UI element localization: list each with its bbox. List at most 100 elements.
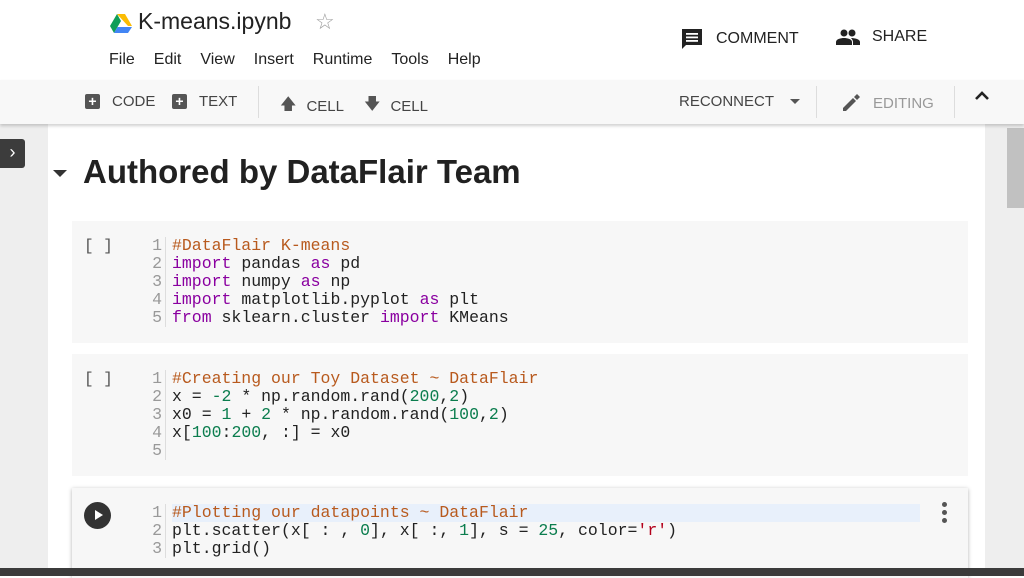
section-heading: Authored by DataFlair Team [83, 153, 521, 191]
code-token: * np.random.rand( [231, 387, 409, 406]
code-token: import [172, 290, 231, 309]
comment-icon [681, 28, 703, 50]
scrollbar-thumb[interactable] [1007, 128, 1024, 208]
code-token: 1 [222, 405, 232, 424]
menu-file[interactable]: File [109, 51, 135, 69]
code-token: plt.scatter(x[ : , [172, 521, 360, 540]
arrow-down-icon: 🡇 [364, 93, 380, 120]
move-cell-down-button[interactable]: 🡇 CELL [364, 93, 428, 120]
code-token: , color= [558, 521, 637, 540]
code-cell-selected[interactable]: 1#Plotting our datapoints ~ DataFlair2pl… [72, 488, 968, 578]
comment-label: COMMENT [716, 30, 799, 48]
add-text-button[interactable]: +TEXT [172, 93, 237, 110]
code-token: * np.random.rand( [271, 405, 449, 424]
left-gutter [0, 124, 48, 568]
code-cell[interactable]: [ ] 1#Creating our Toy Dataset ~ DataFla… [72, 354, 968, 476]
collapse-section-icon[interactable] [53, 170, 67, 177]
plus-icon: + [85, 94, 100, 109]
code-line[interactable]: 4 x[100:200, :] = x0 [148, 424, 538, 442]
add-text-label: TEXT [199, 93, 237, 110]
code-token: sklearn.cluster [212, 308, 380, 327]
comment-button[interactable]: COMMENT [681, 28, 799, 50]
code-text: x0 = 1 + 2 * np.random.rand(100,2) [172, 405, 509, 424]
code-token: from [172, 308, 212, 327]
code-token: 0 [360, 521, 370, 540]
menu-help[interactable]: Help [448, 51, 481, 69]
code-token: #DataFlair K-means [172, 236, 350, 255]
code-editor[interactable]: 1#Creating our Toy Dataset ~ DataFlair2x… [148, 370, 538, 460]
share-button[interactable]: SHARE [836, 28, 927, 46]
code-token: x0 = [172, 405, 222, 424]
toolbar: + CODE +TEXT 🡅CELL 🡇 CELL RECONNECT EDITIN… [0, 80, 1024, 124]
code-cell[interactable]: [ ] 1#DataFlair K-means2import pandas as… [72, 221, 968, 343]
code-line[interactable]: 3x0 = 1 + 2 * np.random.rand(100,2) [148, 406, 538, 424]
code-editor[interactable]: 1#Plotting our datapoints ~ DataFlair2pl… [148, 504, 920, 558]
code-token: matplotlib.pyplot [231, 290, 419, 309]
line-number: 1 [148, 237, 166, 255]
pencil-icon [841, 93, 861, 113]
code-token: pandas [231, 254, 310, 273]
code-token: as [420, 290, 440, 309]
divider [954, 86, 955, 118]
code-token: ) [499, 405, 509, 424]
notebook-title[interactable]: K-means.ipynb [138, 8, 291, 35]
code-token: , :] = x0 [261, 423, 350, 442]
code-token: plt [439, 290, 479, 309]
dropdown-caret-icon [790, 99, 800, 104]
cell-run-status[interactable]: [ ] [84, 370, 113, 388]
code-line[interactable]: 2x = -2 * np.random.rand(200,2) [148, 388, 538, 406]
line-number: 3 [148, 273, 166, 291]
code-text: import matplotlib.pyplot as plt [172, 290, 479, 309]
cell-down-label: CELL [390, 98, 428, 115]
code-text: x[100:200, :] = x0 [172, 423, 350, 442]
code-editor[interactable]: 1 #DataFlair K-means2import pandas as pd3… [148, 237, 509, 327]
code-line[interactable]: 1 #DataFlair K-means [148, 237, 509, 255]
code-text: import numpy as np [172, 272, 350, 291]
add-code-button[interactable]: + CODE [85, 93, 155, 110]
code-line[interactable]: 2import pandas as pd [148, 255, 509, 273]
reconnect-button[interactable]: RECONNECT [679, 93, 800, 110]
editing-mode-button[interactable]: EDITING [841, 93, 934, 113]
code-line[interactable]: 4 import matplotlib.pyplot as plt [148, 291, 509, 309]
editing-label: EDITING [873, 95, 934, 112]
sidebar-toggle-chevron-icon[interactable]: › [0, 139, 25, 168]
menu-runtime[interactable]: Runtime [313, 51, 373, 69]
menu-bar: File Edit View Insert Runtime Tools Help [109, 51, 500, 69]
add-code-label: CODE [112, 93, 155, 110]
line-number: 4 [148, 291, 166, 309]
menu-view[interactable]: View [200, 51, 234, 69]
collapse-header-button[interactable] [974, 89, 990, 101]
line-number: 4 [148, 424, 166, 442]
code-token: 200 [410, 387, 440, 406]
code-line[interactable]: 3plt.grid() [148, 540, 920, 558]
code-token: np [321, 272, 351, 291]
code-token: : [222, 423, 232, 442]
code-line[interactable]: 5 [148, 442, 538, 460]
code-line[interactable]: 1#Plotting our datapoints ~ DataFlair [148, 504, 920, 522]
code-text: #DataFlair K-means [172, 236, 350, 255]
code-text: from sklearn.cluster import KMeans [172, 308, 509, 327]
code-token: ) [667, 521, 677, 540]
code-token: #Plotting our datapoints ~ DataFlair [172, 503, 528, 522]
menu-edit[interactable]: Edit [154, 51, 182, 69]
more-options-icon[interactable] [942, 502, 948, 526]
code-line[interactable]: 1#Creating our Toy Dataset ~ DataFlair [148, 370, 538, 388]
run-cell-button[interactable] [84, 502, 111, 529]
star-icon[interactable]: ☆ [315, 9, 335, 35]
code-token: -2 [212, 387, 232, 406]
menu-insert[interactable]: Insert [254, 51, 294, 69]
divider [816, 86, 817, 118]
code-token: x = [172, 387, 212, 406]
code-token: as [301, 272, 321, 291]
move-cell-up-button[interactable]: 🡅CELL [280, 93, 344, 120]
code-line[interactable]: 5from sklearn.cluster import KMeans [148, 309, 509, 327]
line-number: 2 [148, 255, 166, 273]
code-token: ], x[ :, [370, 521, 459, 540]
header: K-means.ipynb ☆ File Edit View Insert Ru… [0, 0, 1024, 80]
code-line[interactable]: 2plt.scatter(x[ : , 0], x[ :, 1], s = 25… [148, 522, 920, 540]
code-token: 2 [261, 405, 271, 424]
menu-tools[interactable]: Tools [391, 51, 428, 69]
code-line[interactable]: 3 import numpy as np [148, 273, 509, 291]
divider [258, 86, 259, 118]
cell-run-status[interactable]: [ ] [84, 237, 113, 255]
